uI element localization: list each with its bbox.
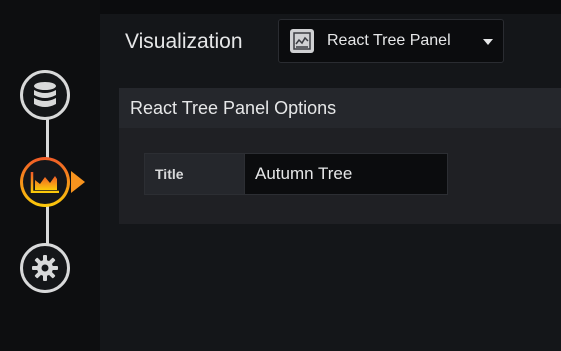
visualization-picker[interactable]: React Tree Panel (278, 19, 504, 63)
step-general[interactable] (20, 243, 70, 293)
title-input[interactable] (245, 153, 448, 195)
database-icon (34, 82, 56, 107)
visualization-name: React Tree Panel (327, 32, 451, 49)
step-visualization-inner (23, 160, 67, 204)
title-field: Title (144, 153, 448, 195)
gear-icon (32, 255, 58, 281)
step-visualization[interactable] (20, 157, 70, 207)
caret-down-icon (483, 39, 493, 45)
editor-step-rail (0, 0, 100, 351)
title-field-label: Title (144, 153, 245, 195)
step-queries[interactable] (20, 70, 70, 120)
section-title: Visualization (125, 30, 243, 53)
panel-thumbnail-icon (290, 29, 314, 53)
active-step-pointer (71, 171, 85, 193)
panel-options: React Tree Panel Options Title (119, 88, 561, 224)
area-chart-icon (30, 172, 59, 193)
options-header: React Tree Panel Options (119, 88, 561, 128)
visualization-editor: Visualization React Tree Panel React Tre… (100, 14, 561, 351)
